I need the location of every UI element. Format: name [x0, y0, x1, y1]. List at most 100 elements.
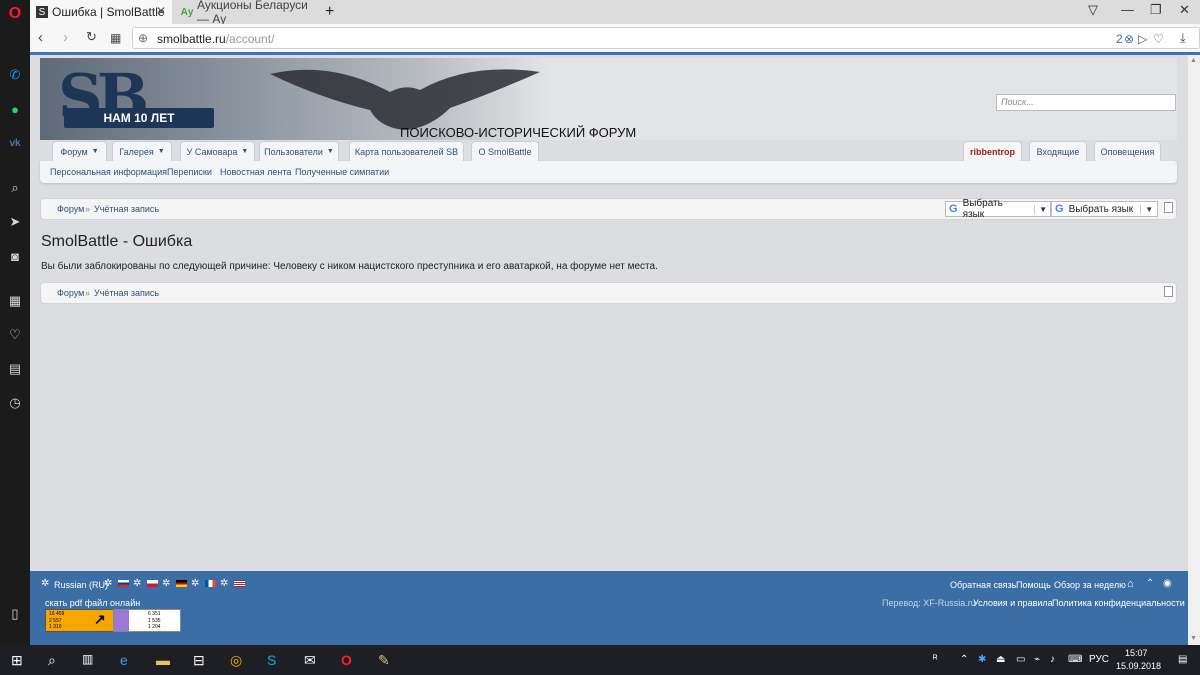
nav-tab-samovar[interactable]: У Самовара ▼	[180, 141, 255, 161]
tracker-count-badge[interactable]: 2	[1116, 32, 1123, 46]
skype-icon[interactable]: S	[267, 652, 276, 668]
bookmark-heart-icon[interactable]: ♡	[1153, 32, 1164, 46]
home-icon[interactable]: ⌂	[1127, 578, 1134, 590]
forward-icon[interactable]: ›	[63, 29, 68, 46]
download-icon[interactable]: ⤓	[1180, 30, 1186, 46]
gear-icon[interactable]: ✲	[220, 578, 228, 589]
windows-start-icon[interactable]: ⊞	[11, 652, 23, 669]
history-icon[interactable]: ◷	[6, 394, 24, 412]
minimize-icon[interactable]: —	[1121, 2, 1134, 17]
visitors-counter[interactable]: 6 351 1 535 1 204	[113, 609, 181, 632]
gear-icon[interactable]: ✲	[162, 578, 170, 589]
rss-doc-icon[interactable]	[1164, 202, 1173, 213]
nav-tab-alerts[interactable]: Оповещения	[1094, 141, 1161, 161]
scroll-down-icon[interactable]: ▼	[1190, 635, 1197, 642]
subnav-likes-received[interactable]: Полученные симпатии	[295, 167, 389, 177]
nav-tab-gallery[interactable]: Галерея ▼	[112, 141, 172, 161]
scroll-top-icon[interactable]: ⌃	[1146, 578, 1154, 589]
tab-menu-icon[interactable]: ▽	[1088, 2, 1098, 18]
page-scrollbar[interactable]: ▲ ▼	[1188, 55, 1200, 645]
translate-select[interactable]: G Выбрать язык ▼	[945, 198, 1051, 220]
camera-icon[interactable]: ◙	[6, 247, 24, 265]
language-chooser[interactable]: Russian (RU)	[54, 580, 108, 590]
volume-icon[interactable]: ♪	[1050, 654, 1055, 665]
back-icon[interactable]: ‹	[38, 29, 43, 46]
subnav-personal-info[interactable]: Персональная информация	[50, 167, 167, 177]
subnav-news-feed[interactable]: Новостная лента	[220, 167, 291, 177]
rss-icon[interactable]: ◉	[1163, 578, 1172, 589]
url-field[interactable]: ⊕ smolbattle.ru/account/ 2 ⊗ ▷ ♡	[132, 27, 1200, 49]
flag-ru-icon[interactable]	[118, 580, 129, 587]
sidebar-toggle-icon[interactable]: ▯	[6, 605, 24, 623]
restore-icon[interactable]: ❐	[1150, 2, 1162, 18]
gear-icon[interactable]: ✲	[191, 578, 199, 589]
scroll-up-icon[interactable]: ▲	[1190, 57, 1197, 64]
mail-icon[interactable]: ✉	[304, 652, 316, 669]
breadcrumb-account[interactable]: Учётная запись	[94, 288, 159, 298]
search-icon[interactable]: ⌕	[6, 179, 24, 197]
send-page-icon[interactable]: ▷	[1138, 32, 1147, 46]
breadcrumb-account[interactable]: Учётная запись	[94, 204, 159, 214]
clock-date[interactable]: 15.09.2018	[1116, 661, 1161, 671]
gear-icon[interactable]: ✲	[41, 578, 49, 589]
translate-select[interactable]: G Выбрать язык ▼	[1051, 201, 1158, 217]
tabs-grid-icon[interactable]: ▦	[110, 31, 121, 45]
privacy-link[interactable]: Политика конфиденциальности	[1052, 598, 1185, 608]
network-icon[interactable]: ⌁	[1034, 654, 1040, 665]
terms-link[interactable]: Условия и правила	[973, 598, 1053, 608]
whatsapp-icon[interactable]: ●	[6, 100, 24, 118]
subnav-conversations[interactable]: Переписки	[167, 167, 212, 177]
ad-block-icon[interactable]: ⊗	[1124, 32, 1134, 46]
file-explorer-icon[interactable]: ▬	[156, 652, 170, 668]
input-language[interactable]: РУС	[1089, 654, 1109, 665]
opera-logo-icon[interactable]: O	[6, 5, 24, 23]
nav-tab-about[interactable]: О SmolBattle	[471, 141, 539, 161]
nav-tab-inbox[interactable]: Входящие	[1029, 141, 1087, 161]
translation-credit[interactable]: Перевод: XF-Russia.ru	[882, 598, 976, 608]
notifications-icon[interactable]: ▤	[1178, 654, 1187, 665]
battery-icon[interactable]: ▭	[1016, 654, 1025, 665]
heart-icon[interactable]: ♡	[6, 326, 24, 344]
usb-icon[interactable]: ⏏	[996, 654, 1005, 665]
nav-tab-users[interactable]: Пользователи ▼	[259, 141, 339, 161]
gear-icon[interactable]: ✲	[104, 578, 112, 589]
app-pen-icon[interactable]: ✎	[378, 652, 390, 669]
edge-icon[interactable]: e	[120, 652, 128, 668]
close-window-icon[interactable]: ✕	[1179, 2, 1190, 18]
reload-icon[interactable]: ↻	[86, 29, 97, 45]
send-icon[interactable]: ➤	[6, 213, 24, 231]
tab-auctions[interactable]: Aу Аукционы Беларуси — Ау	[175, 0, 323, 26]
search-icon[interactable]: ⌕	[48, 652, 56, 669]
breadcrumb-forum[interactable]: Форум	[57, 288, 84, 298]
gear-icon[interactable]: ✲	[133, 578, 141, 589]
tray-chevron-icon[interactable]: ⌃	[960, 654, 968, 665]
footer-help-link[interactable]: Помощь	[1016, 580, 1051, 590]
flag-fr-icon[interactable]	[205, 580, 216, 587]
messenger-icon[interactable]: ✆	[6, 66, 24, 84]
task-view-icon[interactable]: ▥	[82, 652, 93, 666]
new-tab-button[interactable]: +	[325, 0, 345, 24]
footer-contact-link[interactable]: Обратная связь	[950, 580, 1016, 590]
speed-dial-icon[interactable]: ▦	[6, 292, 24, 310]
flag-de-icon[interactable]	[176, 580, 187, 587]
bluetooth-icon[interactable]: ✱	[978, 654, 986, 665]
breadcrumb-forum[interactable]: Форум	[57, 204, 84, 214]
people-icon[interactable]: ᴿ	[933, 654, 938, 665]
rss-doc-icon[interactable]	[1164, 286, 1173, 297]
search-input[interactable]: Поиск...	[996, 94, 1176, 111]
nav-tab-forum[interactable]: Форум ▼	[52, 141, 107, 161]
store-icon[interactable]: ⊟	[193, 652, 205, 669]
tab-smolbattle[interactable]: S Ошибка | SmolBattle ✕	[30, 0, 172, 24]
close-tab-icon[interactable]: ✕	[156, 4, 166, 18]
keyboard-icon[interactable]: ⌨	[1068, 654, 1082, 665]
clock-time[interactable]: 15:07	[1125, 648, 1148, 658]
pdf-link[interactable]: скать pdf файл онлайн	[45, 598, 140, 608]
footer-weekly-link[interactable]: Обзор за неделю	[1054, 580, 1126, 590]
news-icon[interactable]: ▤	[6, 360, 24, 378]
opera-taskbar-icon[interactable]: O	[341, 652, 352, 668]
vk-icon[interactable]: vk	[6, 134, 24, 152]
nav-tab-user-map[interactable]: Карта пользователей SB	[349, 141, 464, 161]
flag-pl-icon[interactable]	[147, 580, 158, 587]
nav-tab-username[interactable]: ribbentrop	[963, 141, 1022, 161]
chrome-icon[interactable]: ◎	[230, 652, 242, 669]
